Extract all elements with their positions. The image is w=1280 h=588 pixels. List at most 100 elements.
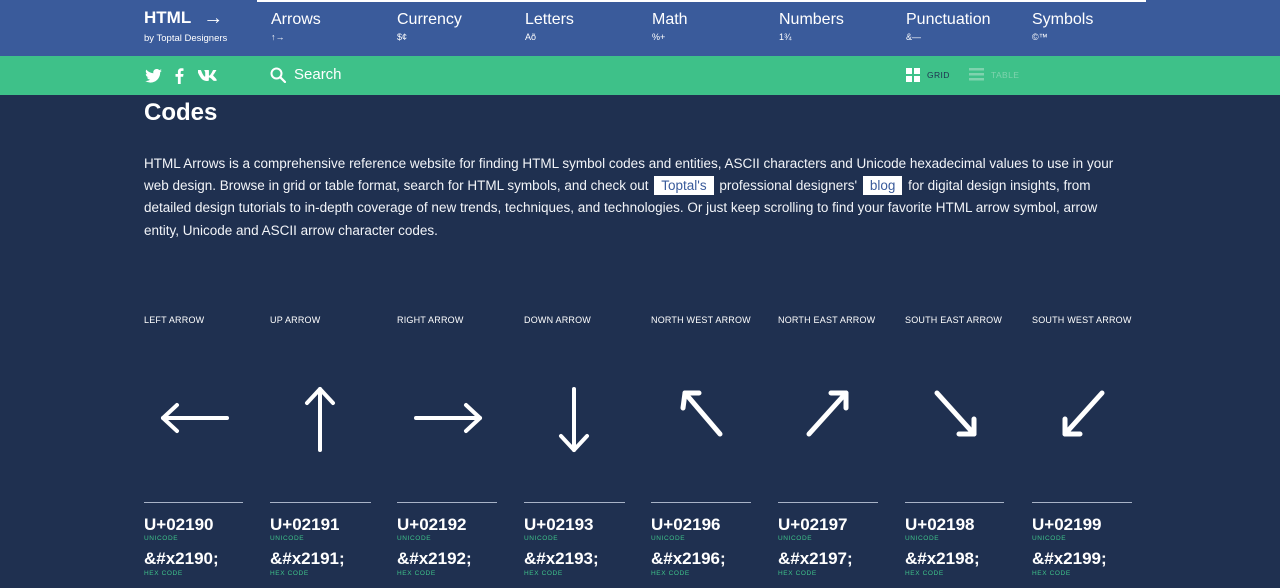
unicode-caption: UNICODE: [397, 535, 432, 542]
facebook-icon[interactable]: [173, 67, 185, 84]
nav-sample: &—: [906, 32, 922, 42]
table-label: TABLE: [991, 69, 1020, 80]
nav-item-numbers[interactable]: Numbers 1¾: [779, 11, 844, 42]
nav-sample: $¢: [397, 32, 408, 42]
card-divider: [524, 502, 625, 503]
twitter-icon[interactable]: [144, 67, 162, 84]
search-label: Search: [294, 66, 342, 83]
nav-label: Punctuation: [906, 11, 991, 28]
nav-item-math[interactable]: Math %+: [652, 11, 688, 42]
hex-code-value[interactable]: &#x2192;: [397, 549, 472, 569]
symbol-card[interactable]: SOUTH EAST ARROW U+02198 UNICODE &#x2198…: [905, 314, 1005, 577]
unicode-value: U+02199: [1032, 515, 1102, 534]
nav-label: Numbers: [779, 11, 844, 28]
nav-item-symbols[interactable]: Symbols ©™: [1032, 11, 1093, 42]
north-west-arrow-icon: [651, 384, 751, 454]
nav-item-letters[interactable]: Letters Aõ: [525, 11, 574, 42]
nav-sample: %+: [652, 32, 666, 42]
nav-label: Currency: [397, 11, 462, 28]
unicode-value: U+02191: [270, 515, 340, 534]
card-divider: [778, 502, 878, 503]
symbol-card[interactable]: DOWN ARROW U+02193 UNICODE &#x2193; HEX …: [524, 314, 625, 577]
table-view-toggle[interactable]: TABLE: [969, 68, 1019, 81]
right-arrow-icon: [397, 384, 497, 454]
down-arrow-icon: [524, 384, 624, 454]
nav-sample: ©™: [1032, 32, 1048, 42]
unicode-caption: UNICODE: [651, 535, 686, 542]
unicode-caption: UNICODE: [144, 535, 179, 542]
toptal-link[interactable]: Toptal's: [654, 176, 714, 196]
blog-link[interactable]: blog: [862, 176, 903, 196]
symbol-name: RIGHT ARROW: [397, 315, 464, 325]
grid-icon: [906, 68, 920, 82]
hex-code-value[interactable]: &#x2193;: [524, 549, 599, 569]
brand-title-row: HTML →: [144, 8, 227, 28]
hex-code-caption: HEX CODE: [778, 570, 817, 577]
nav-label: Arrows: [271, 11, 321, 28]
card-divider: [1032, 502, 1132, 503]
hex-code-caption: HEX CODE: [905, 570, 944, 577]
intro-text: professional designers': [719, 178, 858, 194]
brand-arrow-icon: →: [203, 7, 224, 29]
north-east-arrow-icon: [778, 384, 878, 454]
nav-label: Symbols: [1032, 11, 1094, 28]
symbol-name: NORTH EAST ARROW: [778, 315, 876, 325]
symbol-card[interactable]: NORTH EAST ARROW U+02197 UNICODE &#x2197…: [778, 314, 878, 577]
hex-code-caption: HEX CODE: [1032, 570, 1071, 577]
hex-code-caption: HEX CODE: [144, 570, 183, 577]
top-navigation: HTML → by Toptal Designers Arrows ↑→ Cur…: [0, 0, 1280, 56]
card-divider: [905, 502, 1004, 503]
symbol-card[interactable]: RIGHT ARROW U+02192 UNICODE &#x2192; HEX…: [397, 314, 497, 577]
nav-item-arrows[interactable]: Arrows ↑→: [271, 11, 321, 42]
unicode-caption: UNICODE: [905, 535, 940, 542]
symbol-card[interactable]: SOUTH WEST ARROW U+02199 UNICODE &#x2199…: [1032, 314, 1132, 577]
toolbar: Search GRID TABLE: [0, 56, 1280, 95]
nav-item-currency[interactable]: Currency $¢: [397, 11, 462, 42]
brand-subtitle: by Toptal Designers: [144, 33, 228, 44]
south-west-arrow-icon: [1032, 384, 1132, 454]
hex-code-value[interactable]: &#x2198;: [905, 549, 980, 569]
hex-code-caption: HEX CODE: [397, 570, 436, 577]
hex-code-value[interactable]: &#x2197;: [778, 549, 853, 569]
unicode-value: U+02190: [144, 515, 214, 534]
south-east-arrow-icon: [905, 384, 1005, 454]
card-divider: [397, 502, 497, 503]
symbol-name: SOUTH WEST ARROW: [1032, 315, 1132, 325]
hex-code-caption: HEX CODE: [270, 570, 309, 577]
symbol-name: SOUTH EAST ARROW: [905, 315, 1003, 325]
nav-sample: ↑→: [271, 32, 285, 42]
card-divider: [144, 502, 243, 503]
unicode-value: U+02197: [778, 515, 848, 534]
symbol-card[interactable]: LEFT ARROW U+02190 UNICODE &#x2190; HEX …: [144, 314, 244, 577]
symbol-card[interactable]: UP ARROW U+02191 UNICODE &#x2191; HEX CO…: [270, 314, 371, 577]
nav-item-punctuation[interactable]: Punctuation &—: [906, 11, 991, 42]
list-icon: [969, 68, 984, 81]
search-icon: [270, 67, 286, 83]
unicode-value: U+02193: [524, 515, 594, 534]
symbol-name: NORTH WEST ARROW: [651, 315, 751, 325]
grid-label: GRID: [927, 70, 950, 80]
brand-title: HTML: [144, 8, 192, 27]
hex-code-value[interactable]: &#x2190;: [144, 549, 219, 569]
symbol-name: UP ARROW: [270, 315, 321, 325]
left-arrow-icon: [144, 384, 244, 454]
nav-divider: [257, 0, 1146, 2]
hex-code-caption: HEX CODE: [651, 570, 690, 577]
card-divider: [270, 502, 371, 503]
vk-icon[interactable]: [197, 67, 217, 84]
hex-code-value[interactable]: &#x2199;: [1032, 549, 1107, 569]
unicode-value: U+02192: [397, 515, 467, 534]
grid-view-toggle[interactable]: GRID: [906, 68, 950, 82]
nav-label: Letters: [525, 11, 574, 28]
card-divider: [651, 502, 751, 503]
unicode-value: U+02198: [905, 515, 975, 534]
search-button[interactable]: Search: [270, 66, 342, 83]
hex-code-value[interactable]: &#x2196;: [651, 549, 726, 569]
nav-sample: 1¾: [779, 32, 792, 42]
hex-code-value[interactable]: &#x2191;: [270, 549, 345, 569]
brand-logo[interactable]: HTML → by Toptal Designers: [144, 8, 227, 44]
symbol-card[interactable]: NORTH WEST ARROW U+02196 UNICODE &#x2196…: [651, 314, 751, 577]
hex-code-caption: HEX CODE: [524, 570, 563, 577]
unicode-caption: UNICODE: [1032, 535, 1067, 542]
unicode-caption: UNICODE: [778, 535, 813, 542]
